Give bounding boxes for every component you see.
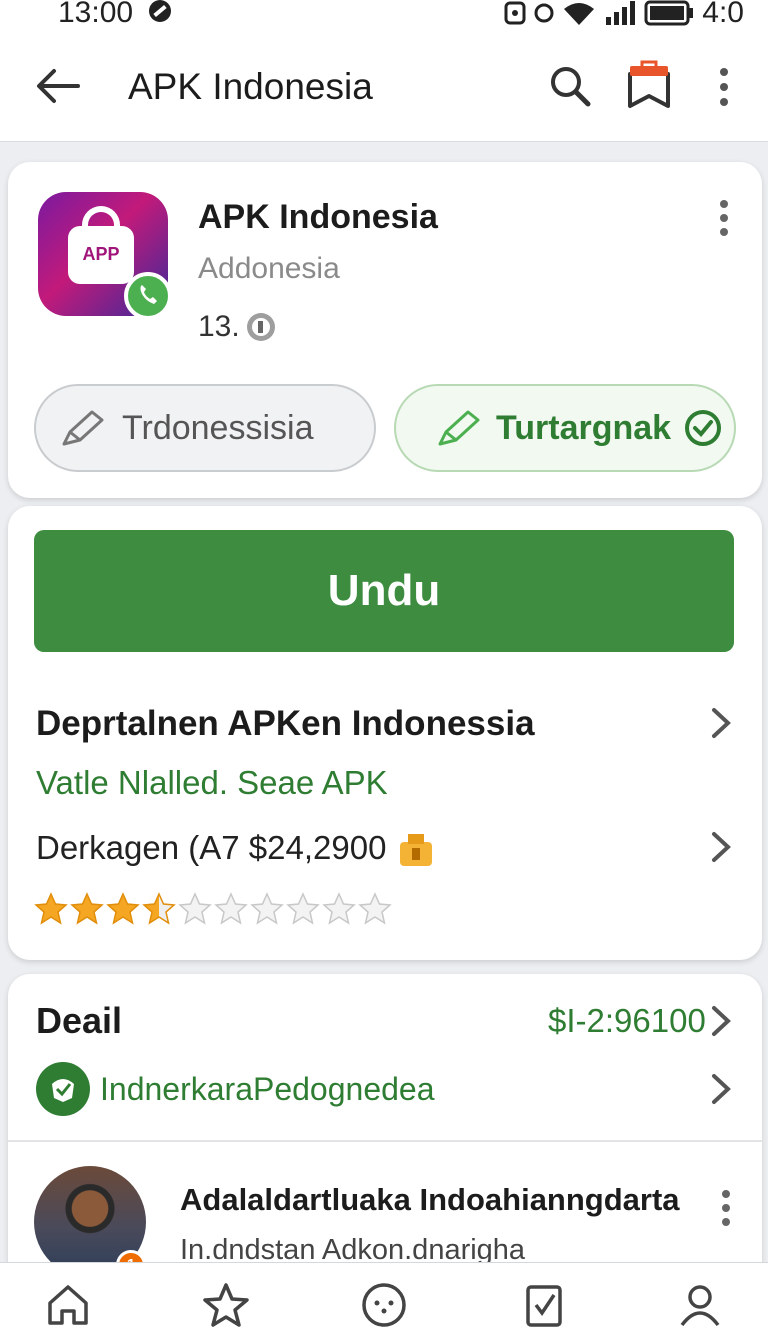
rating-star-icon [322, 892, 356, 925]
coin-bag-icon [400, 834, 433, 866]
bottom-navigation [0, 1262, 768, 1344]
app-logo-label: APP [82, 244, 120, 264]
app-bar: APK Indonesia [0, 36, 768, 142]
rating-star-icon [70, 892, 104, 925]
seller-badge-icon [36, 1062, 90, 1116]
detail-title[interactable]: Deprtalnen APKen Indonessia [36, 704, 535, 744]
app-developer[interactable]: Addonesia [198, 252, 340, 286]
app-info-card: APP APK Indonesia Addonesia 13. Trdoness… [8, 162, 762, 498]
chevron-right-icon[interactable] [710, 1004, 732, 1038]
rating-star-icon [106, 892, 140, 925]
clipboard-icon[interactable] [520, 1281, 568, 1329]
action-pill-secondary[interactable]: Trdonessisia [34, 384, 376, 472]
info-badge-icon [246, 313, 275, 341]
alarm-icon [504, 1, 526, 25]
chevron-right-icon[interactable] [710, 1072, 732, 1106]
rating-star-icon [34, 892, 68, 925]
back-arrow-icon[interactable] [34, 66, 80, 106]
deal-card: Deail $I-2:96100 IndnerkaraPedognedea 1 … [8, 974, 762, 1280]
app-more-icon[interactable] [712, 198, 736, 238]
more-vert-icon[interactable] [710, 64, 738, 110]
divider [8, 1140, 762, 1142]
app-name: APK Indonesia [198, 198, 438, 236]
rating-star-icon [178, 892, 212, 925]
chevron-right-icon[interactable] [710, 706, 732, 740]
action-pill-primary[interactable]: Turtargnak [394, 384, 736, 472]
star-icon[interactable] [202, 1281, 250, 1329]
action-pill-secondary-label: Trdonessisia [122, 408, 314, 447]
download-card: Undu Deprtalnen APKen Indonessia Vatle N… [8, 506, 762, 960]
check-circle-icon [685, 410, 722, 446]
pencil-icon [62, 410, 104, 446]
signal-icon [606, 1, 636, 25]
more-vert-icon[interactable] [714, 1186, 738, 1226]
seller-name: IndnerkaraPedognedea [100, 1070, 435, 1107]
battery-text: 4:0 [702, 0, 744, 29]
status-bar: 13:00 4:0 [0, 0, 768, 36]
rating-star-icon [358, 892, 392, 925]
wifi-icon [564, 3, 595, 25]
action-pill-primary-label: Turtargnak [496, 408, 672, 447]
shopping-bag-icon[interactable] [624, 60, 674, 110]
rating-star-icon [214, 892, 248, 925]
rating-stars [34, 892, 392, 926]
app-logo: APP [38, 192, 172, 320]
download-button[interactable]: Undu [34, 530, 734, 652]
chat-icon[interactable] [360, 1281, 408, 1329]
post-title[interactable]: Adalaldartluaka Indoahianngdarta [180, 1182, 680, 1218]
app-version: 13. [198, 310, 278, 344]
status-time: 13:00 [58, 0, 134, 29]
price-text: Derkagen (A7 $24,2900 [36, 829, 387, 866]
phone-icon [124, 272, 172, 320]
pencil-icon [438, 410, 480, 446]
app-version-text: 13. [198, 310, 240, 343]
alarm-clock-icon [534, 3, 554, 23]
profile-icon[interactable] [676, 1281, 724, 1329]
detail-subtitle: Vatle Nlalled. Seae APK [36, 764, 388, 801]
battery-icon [644, 0, 694, 26]
rating-star-icon [250, 892, 284, 925]
rating-star-icon [286, 892, 320, 925]
deal-price[interactable]: $I-2:96100 [548, 1002, 706, 1040]
search-icon[interactable] [548, 64, 592, 108]
chevron-right-icon[interactable] [710, 830, 732, 864]
home-icon[interactable] [44, 1281, 92, 1329]
page-title: APK Indonesia [128, 66, 373, 107]
status-icons: 4:0 [504, 0, 744, 30]
detail-price[interactable]: Derkagen (A7 $24,2900 [36, 828, 436, 868]
rating-star-icon [142, 892, 176, 925]
seller-row[interactable]: IndnerkaraPedognedea [36, 1062, 435, 1116]
deal-title: Deail [36, 1000, 123, 1041]
dnd-icon [149, 0, 171, 22]
